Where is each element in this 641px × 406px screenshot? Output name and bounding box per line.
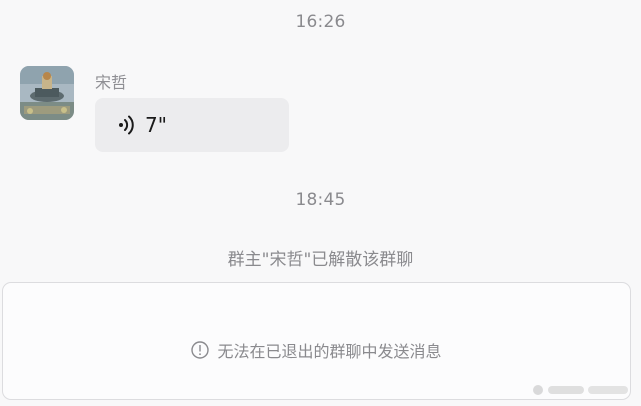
sender-name: 宋哲 (95, 73, 128, 92)
info-circle-icon (191, 341, 210, 359)
voice-message-bubble[interactable]: 7" (95, 98, 289, 152)
system-notice: 群主"宋哲"已解散该群聊 (227, 250, 414, 270)
voice-wave-icon (117, 114, 137, 136)
disabled-hint-text: 无法在已退出的群聊中发送消息 (217, 342, 442, 361)
disabled-hint: 无法在已退出的群聊中发送消息 (3, 338, 630, 362)
timestamp: 16:26 (295, 12, 346, 32)
avatar[interactable] (20, 66, 74, 120)
voice-duration: 7" (145, 113, 167, 137)
watermark-logo (528, 378, 638, 402)
timestamp: 18:45 (295, 190, 346, 210)
